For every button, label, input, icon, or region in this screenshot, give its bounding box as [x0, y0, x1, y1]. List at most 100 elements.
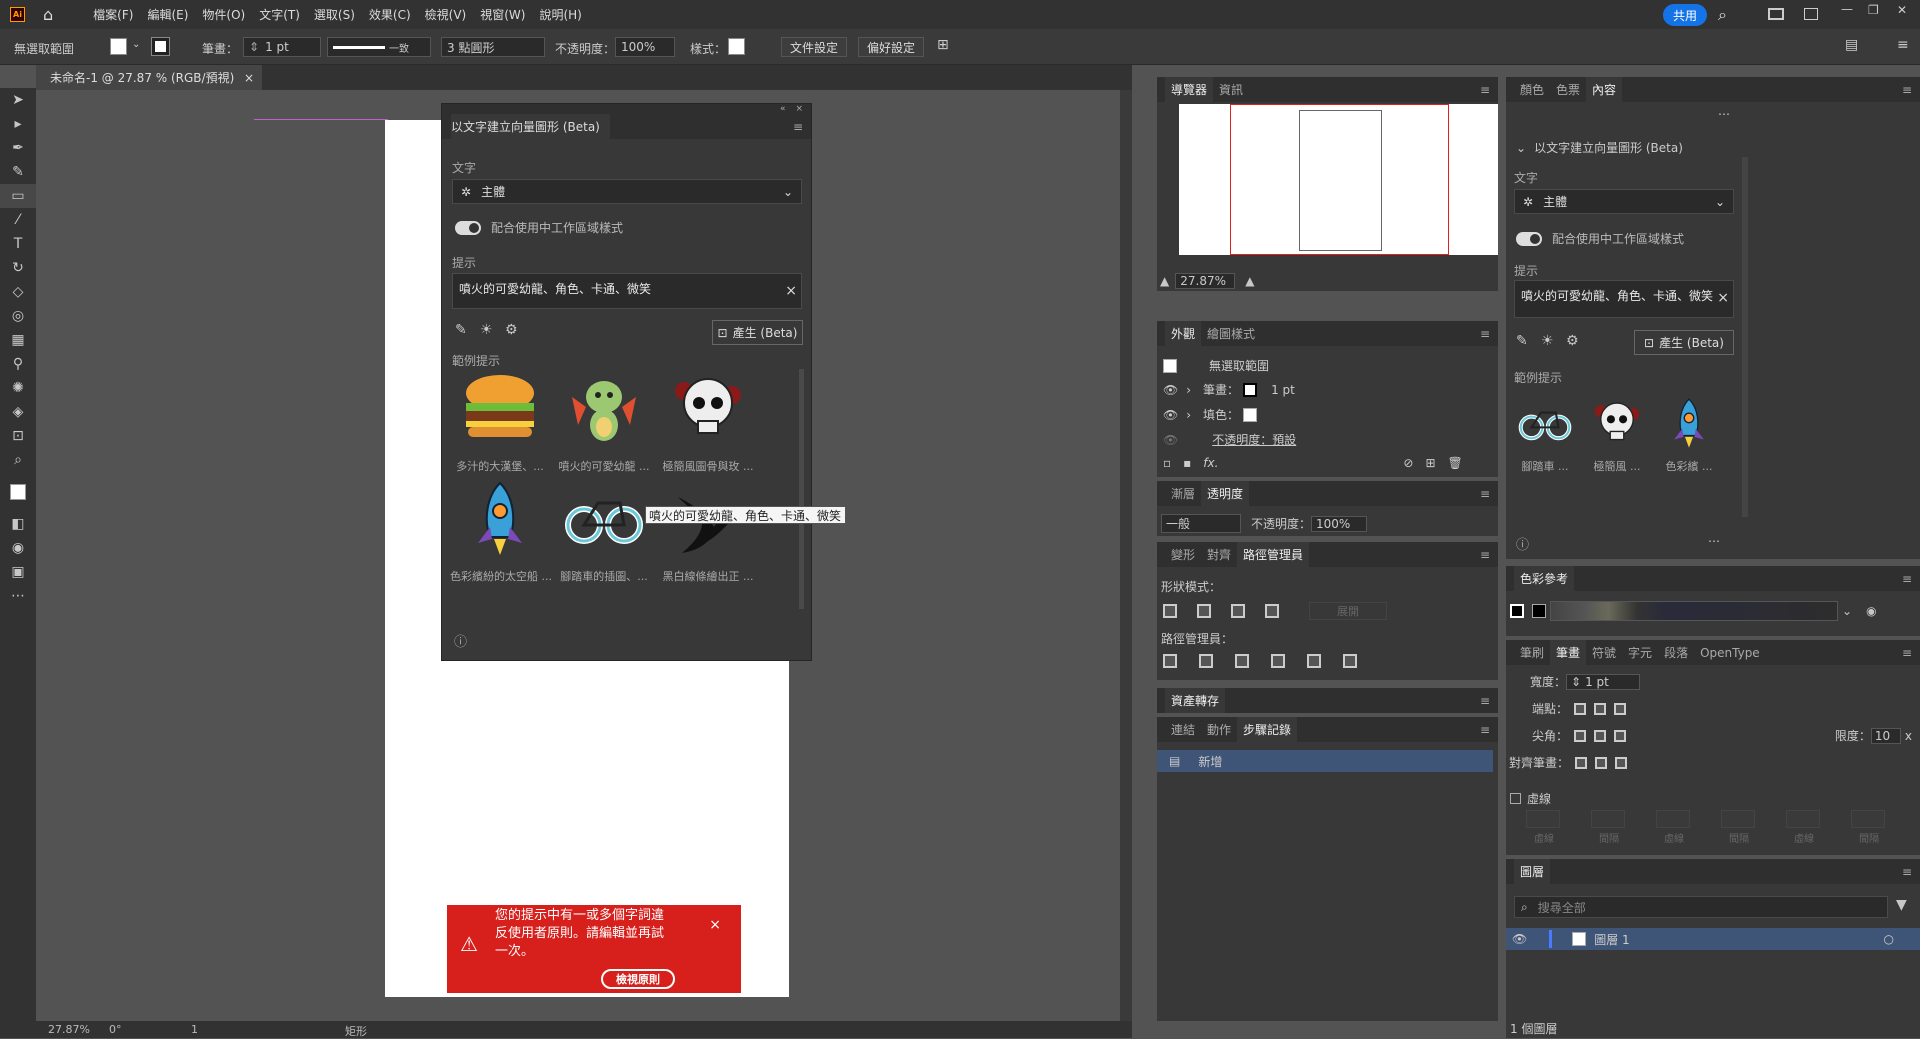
dash-field[interactable]: 間隔	[1591, 810, 1627, 845]
navigator-zoom[interactable]: 27.87%	[1175, 273, 1236, 289]
restore-icon[interactable]: ❐	[1868, 3, 1879, 17]
tab-info[interactable]: 資訊	[1213, 81, 1249, 98]
align-inside-icon[interactable]	[1595, 756, 1608, 769]
zoom-tool-icon[interactable]: ⌕	[0, 448, 36, 472]
screen-mode-icon[interactable]: ▣	[0, 560, 36, 584]
panel-menu-icon[interactable]: ≡	[1902, 83, 1912, 97]
menu-item[interactable]: 選取(S)	[314, 6, 355, 23]
rectangle-tool-icon[interactable]: ▭	[0, 184, 36, 208]
tab-opentype[interactable]: OpenType	[1694, 646, 1766, 660]
tab-brushes[interactable]: 筆刷	[1514, 644, 1550, 661]
tab-links[interactable]: 連結	[1165, 721, 1201, 738]
eye-icon[interactable]: 👁	[1163, 408, 1178, 422]
properties-sample-bicycle[interactable]: 腳踏車 ...	[1514, 392, 1576, 474]
fill-swatch[interactable]	[110, 38, 127, 55]
dash-field[interactable]: 虛線	[1656, 810, 1692, 845]
eye-icon[interactable]: 👁	[1163, 433, 1178, 447]
style-picker-icon[interactable]: ✎	[455, 322, 467, 338]
search-icon[interactable]: ⌕	[1718, 5, 1727, 25]
artboard-number[interactable]: 1	[191, 1023, 198, 1036]
panel-menu-icon[interactable]: ≡	[1480, 723, 1490, 737]
panel-menu-icon[interactable]: ≡	[1480, 83, 1490, 97]
properties-subject-select[interactable]: ✲ 主體 ⌄	[1514, 189, 1734, 214]
dash-input[interactable]	[1656, 810, 1690, 828]
bevel-join-icon[interactable]	[1614, 729, 1627, 742]
style-toggle[interactable]	[455, 220, 481, 235]
samples-scrollbar[interactable]	[799, 369, 804, 609]
gradient-tool-icon[interactable]: ▦	[0, 328, 36, 352]
properties-gen-header[interactable]: ⌄ 以文字建立向量圖形 (Beta)	[1516, 139, 1683, 156]
blend-mode-select[interactable]: 一般	[1161, 514, 1241, 533]
properties-sample-rocket[interactable]: 色彩繽 ...	[1658, 392, 1720, 474]
dash-field[interactable]: 間隔	[1851, 810, 1887, 845]
color-wheel-icon[interactable]: ◉	[1866, 604, 1876, 618]
stroke-row-swatch[interactable]	[1243, 382, 1258, 397]
subject-select[interactable]: ✲ 主體 ⌄	[452, 179, 802, 204]
minus-front-icon[interactable]	[1197, 604, 1211, 618]
menu-item[interactable]: 文字(T)	[259, 6, 300, 23]
divide-icon[interactable]	[1163, 654, 1177, 668]
expand-icon[interactable]: ›	[1186, 408, 1191, 422]
harmony-strip[interactable]	[1550, 601, 1838, 621]
panel-menu-icon[interactable]: ≡	[1480, 487, 1490, 501]
panel-close-icon[interactable]: ×	[795, 104, 803, 114]
brush-select[interactable]: 3 點圓形	[441, 37, 545, 57]
puppet-warp-tool-icon[interactable]: ✺	[0, 376, 36, 400]
dash-input[interactable]	[1851, 810, 1885, 828]
chevron-down-icon[interactable]: ⌄	[132, 39, 140, 50]
pen-tool-icon[interactable]: ✒	[0, 136, 36, 160]
properties-style-toggle[interactable]	[1516, 231, 1542, 246]
fill-stroke-icon[interactable]	[0, 472, 36, 512]
base-color-swatch[interactable]	[1510, 604, 1524, 618]
tab-actions[interactable]: 動作	[1201, 721, 1237, 738]
clear-icon[interactable]: ⊘	[1403, 456, 1413, 470]
add-stroke-icon[interactable]: ▫	[1163, 456, 1171, 470]
zoom-out-icon[interactable]: ▲	[1160, 274, 1169, 288]
tab-swatches[interactable]: 色票	[1550, 81, 1586, 98]
limit-field[interactable]: 10	[1870, 727, 1901, 744]
history-item[interactable]: ▤ 新增	[1157, 750, 1493, 772]
menu-item[interactable]: 說明(H)	[539, 6, 581, 23]
style-picker-icon[interactable]: ✎	[1516, 333, 1528, 349]
expand-button[interactable]: 展開	[1309, 602, 1387, 620]
blend-tool-icon[interactable]: ◈	[0, 400, 36, 424]
rotate-status[interactable]: 0°	[109, 1023, 122, 1036]
home-icon[interactable]: ⌂	[43, 5, 53, 24]
sample-prompt-dragon[interactable]: 噴火的可愛幼龍 ...	[554, 362, 654, 474]
dash-input[interactable]	[1591, 810, 1625, 828]
transparency-opacity-field[interactable]: 100%	[1311, 515, 1368, 532]
properties-generate-button[interactable]: ⊡ 產生 (Beta)	[1634, 330, 1734, 355]
menu-item[interactable]: 效果(C)	[369, 6, 411, 23]
close-tab-icon[interactable]: ×	[244, 71, 254, 85]
tab-layers[interactable]: 圖層	[1514, 859, 1551, 884]
menu-item[interactable]: 物件(O)	[202, 6, 245, 23]
panel-menu-icon[interactable]: ≡	[1480, 327, 1490, 341]
intersect-icon[interactable]	[1231, 604, 1245, 618]
info-icon[interactable]: ⓘ	[454, 631, 467, 650]
document-setup-button[interactable]: 文件設定	[781, 37, 848, 57]
outline-icon[interactable]	[1307, 654, 1321, 668]
rotate-tool-icon[interactable]: ↻	[0, 256, 36, 280]
panel-menu-icon[interactable]: ≡	[1902, 646, 1912, 660]
dash-field[interactable]: 虛線	[1526, 810, 1562, 845]
butt-cap-icon[interactable]	[1574, 702, 1587, 715]
clear-prompt-icon[interactable]: ×	[785, 283, 797, 299]
properties-scrollbar[interactable]	[1742, 157, 1748, 517]
panel-menu-icon[interactable]: ≡	[1902, 572, 1912, 586]
properties-sample-skull[interactable]: 極簡風 ...	[1586, 392, 1648, 474]
style-swatch[interactable]	[728, 38, 745, 55]
settings-gear-icon[interactable]: ⚙	[505, 322, 518, 338]
tab-properties[interactable]: 內容	[1586, 77, 1623, 102]
dash-input[interactable]	[1721, 810, 1755, 828]
round-join-icon[interactable]	[1594, 729, 1607, 742]
selection-tool-icon[interactable]: ➤	[0, 88, 36, 112]
more-options-icon[interactable]: ⋯	[1718, 107, 1730, 121]
stroke-swatch[interactable]	[151, 37, 170, 56]
stroke-profile-select[interactable]: 一致	[327, 37, 431, 57]
more-tools-icon[interactable]: ⋯	[0, 584, 36, 608]
prompt-input[interactable]: 噴火的可愛幼龍、角色、卡通、微笑 ×	[452, 273, 802, 309]
more-options-icon[interactable]: ⋯	[1708, 534, 1720, 548]
crop-icon[interactable]	[1271, 654, 1285, 668]
tab-transform[interactable]: 變形	[1165, 546, 1201, 563]
sample-prompt-hamburger[interactable]: 多汁的大漢堡、...	[450, 362, 550, 474]
